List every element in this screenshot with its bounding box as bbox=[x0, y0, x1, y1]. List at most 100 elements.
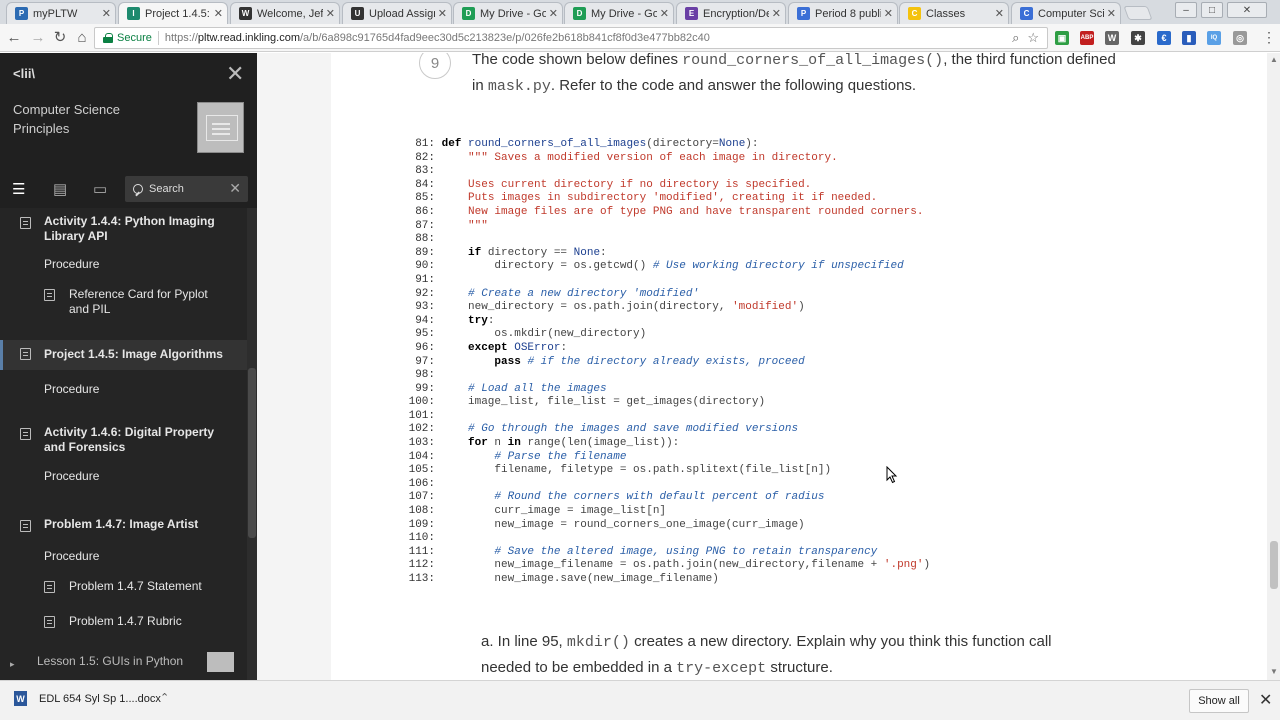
code-line: 96: except OSError: bbox=[403, 342, 930, 356]
toc-item[interactable]: Problem 1.4.7: Image Artist bbox=[0, 517, 247, 535]
show-all-button[interactable]: Show all bbox=[1189, 689, 1249, 713]
page-scrollbar[interactable]: ▲ ▼ bbox=[1267, 53, 1280, 680]
close-icon[interactable]: ✕ bbox=[226, 63, 244, 85]
green-extension-icon[interactable]: ▣ bbox=[1055, 31, 1069, 45]
close-tab-icon[interactable]: ✕ bbox=[772, 7, 781, 20]
clear-search-icon[interactable]: ✕ bbox=[229, 180, 241, 197]
zoom-icon[interactable]: ⌕ bbox=[1012, 30, 1019, 46]
toc-item[interactable]: Problem 1.4.7 Rubric bbox=[0, 614, 247, 632]
bookmark-extension-icon[interactable]: ▮ bbox=[1182, 31, 1196, 45]
code-text: new_image = round_corners_one_image(curr… bbox=[435, 518, 805, 531]
line-number: 85: bbox=[415, 192, 435, 205]
toc-item[interactable]: ▸ Lesson 1.5: GUIs in Python bbox=[0, 652, 247, 672]
toc-item[interactable]: Procedure bbox=[0, 549, 247, 567]
toc-item[interactable]: Activity 1.4.6: Digital Property and For… bbox=[0, 425, 247, 459]
browser-tab[interactable]: D My Drive - Goog✕ bbox=[564, 2, 674, 24]
browser-tab[interactable]: I Project 1.4.5: Im✕ bbox=[118, 2, 228, 24]
line-number: 102: bbox=[408, 423, 435, 436]
browser-tab[interactable]: E Encryption/Decr✕ bbox=[676, 2, 786, 24]
browser-tab[interactable]: C Computer Scie ✕ bbox=[1011, 2, 1121, 24]
course-thumbnail[interactable] bbox=[197, 102, 244, 153]
toc-item[interactable]: Procedure bbox=[0, 469, 247, 487]
code-text: except OSError: bbox=[468, 341, 568, 354]
line-number: 94: bbox=[415, 314, 435, 327]
toc-item[interactable]: Procedure bbox=[0, 257, 247, 275]
close-icon[interactable]: ✕ bbox=[1259, 690, 1272, 710]
close-tab-icon[interactable]: ✕ bbox=[884, 7, 893, 20]
search-input[interactable]: Search ✕ bbox=[125, 176, 248, 202]
code-text: Puts images in subdirectory 'modified', … bbox=[441, 192, 878, 205]
bookmark-star-icon[interactable]: ☆ bbox=[1027, 30, 1039, 46]
extension-icon[interactable]: € bbox=[1157, 31, 1171, 45]
code-line: 86: New image files are of type PNG and … bbox=[403, 206, 930, 220]
extension-icon[interactable]: ✱ bbox=[1131, 31, 1145, 45]
page-icon bbox=[44, 581, 55, 593]
toc-item[interactable]: Problem 1.4.7 Statement bbox=[0, 579, 247, 597]
library-back-button[interactable]: <lii\ bbox=[13, 66, 35, 81]
scrollbar-thumb[interactable] bbox=[248, 368, 256, 538]
new-tab-button[interactable] bbox=[1123, 6, 1153, 20]
scroll-up-icon[interactable]: ▲ bbox=[1270, 55, 1278, 64]
code-line: 101: bbox=[403, 410, 930, 424]
back-arrow-icon[interactable]: ← bbox=[6, 30, 22, 46]
close-tab-icon[interactable]: ✕ bbox=[660, 7, 669, 20]
download-item[interactable]: W EDL 654 Syl Sp 1....docx bbox=[14, 691, 161, 706]
close-tab-icon[interactable]: ✕ bbox=[326, 7, 335, 20]
expand-arrow-icon[interactable]: ▸ bbox=[10, 657, 15, 672]
browser-tab[interactable]: W Welcome, Jeff ✕ bbox=[230, 2, 340, 24]
scrollbar-thumb[interactable] bbox=[1270, 541, 1278, 589]
tab-title: Period 8 publish bbox=[815, 7, 881, 20]
chevron-up-icon[interactable]: ⌃ bbox=[160, 691, 169, 704]
close-tab-icon[interactable]: ✕ bbox=[214, 7, 223, 20]
toc-item-label: Lesson 1.5: GUIs in Python bbox=[37, 654, 184, 668]
iq-extension-icon[interactable]: IQ bbox=[1207, 31, 1221, 45]
toc-item-label: Project 1.4.5: Image Algorithms bbox=[44, 347, 223, 361]
line-number: 103: bbox=[408, 437, 435, 450]
maximize-icon[interactable]: □ bbox=[1201, 2, 1223, 18]
adblock-icon[interactable]: ABP bbox=[1080, 31, 1094, 45]
close-tab-icon[interactable]: ✕ bbox=[1107, 7, 1116, 20]
w-extension-icon[interactable]: W bbox=[1105, 31, 1119, 45]
notes-icon[interactable]: ▤ bbox=[53, 180, 67, 198]
close-window-icon[interactable]: ✕ bbox=[1227, 2, 1267, 18]
home-icon[interactable]: ⌂ bbox=[74, 30, 90, 46]
toc-item[interactable]: Project 1.4.5: Image Algorithms bbox=[0, 340, 247, 370]
word-file-icon: W bbox=[14, 691, 27, 706]
tab-favicon-icon: E bbox=[685, 7, 698, 20]
menu-kebab-icon[interactable]: ⋮ bbox=[1261, 29, 1277, 45]
comments-icon[interactable]: ▭ bbox=[93, 180, 107, 198]
browser-tab[interactable]: P Period 8 publish✕ bbox=[788, 2, 898, 24]
toc-item[interactable]: Procedure bbox=[0, 382, 247, 400]
code-text: # Create a new directory 'modified' bbox=[468, 287, 700, 300]
close-tab-icon[interactable]: ✕ bbox=[995, 7, 1004, 20]
extension-icon[interactable]: ◎ bbox=[1233, 31, 1247, 45]
forward-arrow-icon[interactable]: → bbox=[30, 30, 46, 46]
page-icon bbox=[44, 616, 55, 628]
inline-code: round_corners_of_all_images() bbox=[682, 53, 944, 69]
toc-item[interactable]: Reference Card for Pyplot and PIL bbox=[0, 287, 247, 321]
browser-tab[interactable]: U Upload Assignme✕ bbox=[342, 2, 452, 24]
close-tab-icon[interactable]: ✕ bbox=[549, 7, 558, 20]
sidebar-scrollbar[interactable] bbox=[247, 208, 257, 680]
reload-icon[interactable]: ↻ bbox=[52, 30, 68, 46]
browser-tab[interactable]: D My Drive - Goog✕ bbox=[453, 2, 563, 24]
browser-tab[interactable]: PmyPLTW ✕ bbox=[6, 2, 116, 24]
url-text[interactable]: https://pltw.read.inkling.com/a/b/6a898c… bbox=[165, 32, 1012, 44]
code-line: 109: new_image = round_corners_one_image… bbox=[403, 519, 930, 533]
minimize-icon[interactable]: – bbox=[1175, 2, 1197, 18]
close-tab-icon[interactable]: ✕ bbox=[102, 7, 111, 20]
code-line: 99: # Load all the images bbox=[403, 383, 930, 397]
line-number: 107: bbox=[408, 491, 435, 504]
code-line: 108: curr_image = image_list[n] bbox=[403, 505, 930, 519]
code-line: 110: bbox=[403, 532, 930, 546]
toc-item[interactable]: Activity 1.4.4: Python Imaging Library A… bbox=[0, 214, 247, 248]
close-tab-icon[interactable]: ✕ bbox=[438, 7, 447, 20]
address-bar[interactable]: Secure https://pltw.read.inkling.com/a/b… bbox=[94, 27, 1048, 49]
url-scheme: https:// bbox=[164, 32, 198, 44]
browser-tab[interactable]: C Classes ✕ bbox=[899, 2, 1009, 24]
code-line: 112: new_image_filename = os.path.join(n… bbox=[403, 559, 931, 573]
toc-list-icon[interactable]: ☰ bbox=[12, 180, 25, 198]
scroll-down-icon[interactable]: ▼ bbox=[1270, 667, 1278, 676]
line-number: 83: bbox=[415, 165, 435, 178]
